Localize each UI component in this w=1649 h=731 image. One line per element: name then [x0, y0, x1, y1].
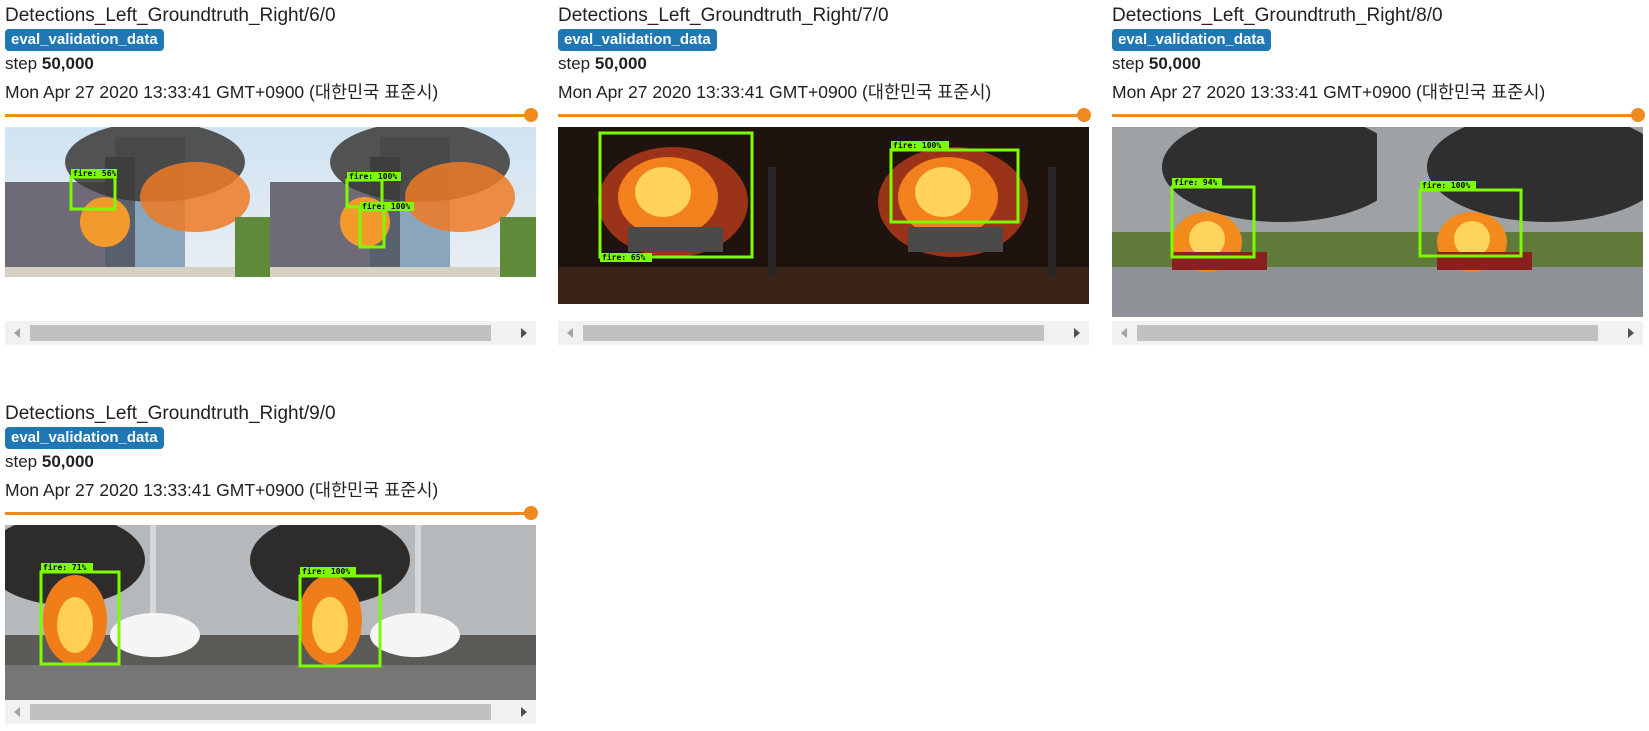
timestamp: Mon Apr 27 2020 13:33:41 GMT+0900 (대한민국 …: [5, 480, 439, 500]
right-panel: [250, 525, 536, 701]
left-panel: [558, 127, 823, 304]
detection-label: fire: 65%: [602, 252, 646, 262]
step-value: 50,000: [594, 54, 647, 73]
triangle-left-icon: [14, 707, 20, 717]
step-slider[interactable]: [5, 506, 538, 520]
detection-image: fire: 94% fire: 100%: [1112, 127, 1643, 317]
slider-knob[interactable]: [524, 506, 538, 520]
slider-knob[interactable]: [1077, 108, 1091, 122]
scrollbar-thumb[interactable]: [583, 325, 1044, 341]
triangle-left-icon: [1121, 328, 1127, 338]
detection-image: fire: 56% fire: 100% fire: 100%: [5, 127, 536, 277]
scroll-left-button[interactable]: [1112, 321, 1136, 345]
scrollbar-thumb[interactable]: [30, 704, 491, 720]
image-card-9: Detections_Left_Groundtruth_Right/9/0 ev…: [5, 402, 538, 727]
horizontal-scrollbar[interactable]: [1112, 321, 1643, 345]
scroll-right-button[interactable]: [512, 700, 536, 724]
groundtruth-label: fire: 100%: [349, 171, 397, 181]
step-value: 50,000: [41, 452, 94, 471]
step-readout: step 50,000: [1112, 53, 1201, 75]
card-title: Detections_Left_Groundtruth_Right/6/0: [5, 5, 336, 26]
detection-image: fire: 65% fire: 100%: [558, 127, 1089, 304]
image-viewer: fire: 94% fire: 100%: [1112, 127, 1643, 317]
detection-label: fire: 56%: [73, 168, 117, 178]
slider-track: [1112, 114, 1639, 117]
image-viewer: fire: 56% fire: 100% fire: 100%: [5, 127, 536, 277]
detection-image: fire: 71% fire: 100%: [5, 525, 536, 701]
right-panel: [1377, 127, 1643, 317]
run-badge: eval_validation_data: [558, 29, 717, 51]
triangle-right-icon: [521, 328, 527, 338]
groundtruth-label: fire: 100%: [362, 201, 410, 211]
timestamp: Mon Apr 27 2020 13:33:41 GMT+0900 (대한민국 …: [558, 82, 992, 102]
groundtruth-label: fire: 100%: [1422, 180, 1470, 190]
step-slider[interactable]: [5, 108, 538, 122]
scrollbar-thumb[interactable]: [1137, 325, 1598, 341]
step-readout: step 50,000: [558, 53, 647, 75]
step-label: step: [5, 54, 38, 73]
step-readout: step 50,000: [5, 53, 94, 75]
right-panel: [823, 127, 1089, 304]
scroll-left-button[interactable]: [5, 700, 29, 724]
slider-knob[interactable]: [524, 108, 538, 122]
timestamp: Mon Apr 27 2020 13:33:41 GMT+0900 (대한민국 …: [1112, 82, 1546, 102]
step-slider[interactable]: [1112, 108, 1645, 122]
scroll-left-button[interactable]: [5, 321, 29, 345]
step-readout: step 50,000: [5, 451, 94, 473]
step-label: step: [5, 452, 38, 471]
triangle-right-icon: [521, 707, 527, 717]
scroll-right-button[interactable]: [1619, 321, 1643, 345]
scroll-right-button[interactable]: [512, 321, 536, 345]
scrollbar-thumb[interactable]: [30, 325, 491, 341]
scroll-left-button[interactable]: [558, 321, 582, 345]
slider-track: [5, 512, 532, 515]
triangle-right-icon: [1628, 328, 1634, 338]
slider-track: [558, 114, 1085, 117]
slider-track: [5, 114, 532, 117]
image-card-6: Detections_Left_Groundtruth_Right/6/0 ev…: [5, 4, 538, 345]
left-panel: [1112, 127, 1402, 317]
image-viewer: fire: 71% fire: 100%: [5, 525, 536, 701]
scroll-right-button[interactable]: [1065, 321, 1089, 345]
card-title: Detections_Left_Groundtruth_Right/8/0: [1112, 5, 1443, 26]
timestamp: Mon Apr 27 2020 13:33:41 GMT+0900 (대한민국 …: [5, 82, 439, 102]
left-panel: [5, 525, 270, 701]
slider-knob[interactable]: [1631, 108, 1645, 122]
horizontal-scrollbar[interactable]: [5, 321, 536, 345]
triangle-left-icon: [14, 328, 20, 338]
run-badge: eval_validation_data: [5, 29, 164, 51]
detection-label: fire: 94%: [1174, 177, 1218, 187]
left-panel: [5, 127, 270, 277]
groundtruth-label: fire: 100%: [302, 566, 350, 576]
horizontal-scrollbar[interactable]: [558, 321, 1089, 345]
step-label: step: [558, 54, 591, 73]
triangle-left-icon: [567, 328, 573, 338]
image-viewer: fire: 65% fire: 100%: [558, 127, 1089, 304]
image-card-8: Detections_Left_Groundtruth_Right/8/0 ev…: [1112, 4, 1645, 345]
step-label: step: [1112, 54, 1145, 73]
run-badge: eval_validation_data: [5, 427, 164, 449]
card-title: Detections_Left_Groundtruth_Right/7/0: [558, 5, 889, 26]
run-badge: eval_validation_data: [1112, 29, 1271, 51]
groundtruth-label: fire: 100%: [893, 140, 941, 150]
detection-label: fire: 71%: [43, 562, 87, 572]
image-card-7: Detections_Left_Groundtruth_Right/7/0 ev…: [558, 4, 1091, 345]
step-slider[interactable]: [558, 108, 1091, 122]
step-value: 50,000: [1148, 54, 1201, 73]
card-title: Detections_Left_Groundtruth_Right/9/0: [5, 403, 336, 424]
horizontal-scrollbar[interactable]: [5, 700, 536, 724]
step-value: 50,000: [41, 54, 94, 73]
triangle-right-icon: [1074, 328, 1080, 338]
